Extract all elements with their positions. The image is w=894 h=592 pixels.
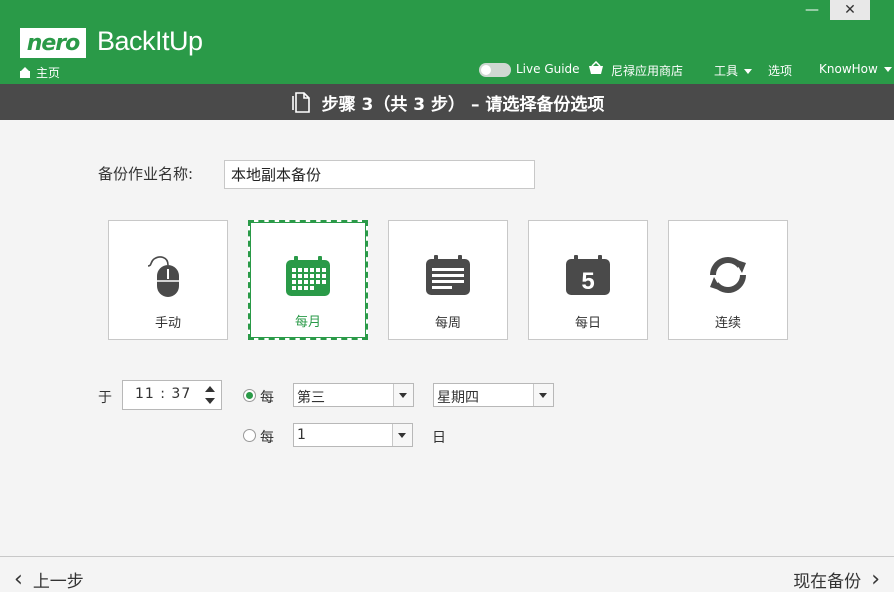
job-name-input[interactable] xyxy=(224,160,535,189)
tools-menu[interactable]: 工具 xyxy=(714,62,753,79)
chevron-left-icon: ‹ xyxy=(14,566,23,592)
step-title: 步骤 3（共 3 步） – 请选择备份选项 xyxy=(321,94,605,115)
tile-label: 每月 xyxy=(294,315,321,330)
live-guide-toggle[interactable] xyxy=(479,63,511,77)
backup-now-label: 现在备份 xyxy=(793,572,862,592)
options-menu[interactable]: 选项 xyxy=(768,62,792,79)
tile-label: 每周 xyxy=(434,316,461,331)
weekday-value: 星期四 xyxy=(437,390,479,406)
radio-weekday-option[interactable] xyxy=(243,389,256,402)
backup-now-button[interactable]: 现在备份 › xyxy=(793,567,880,592)
tile-label: 手动 xyxy=(154,316,181,331)
weekday-select[interactable]: 星期四 xyxy=(433,383,554,407)
tools-label: 工具 xyxy=(714,64,739,78)
tile-label: 每日 xyxy=(574,316,601,331)
nero-logo: nero xyxy=(20,28,86,58)
tile-continuous[interactable]: 连续 xyxy=(668,220,788,340)
calendar-week-icon xyxy=(426,255,470,295)
spin-up-icon[interactable] xyxy=(205,386,215,392)
app-header: — ✕ nero BackItUp 主页 Live Guide 尼禄应用商店 工… xyxy=(0,0,894,84)
time-input[interactable]: 11 : 37 xyxy=(122,380,222,410)
job-name-label: 备份作业名称: xyxy=(98,165,194,183)
radio-day-label: 每 xyxy=(260,430,274,446)
mouse-icon xyxy=(147,256,179,297)
close-button[interactable]: ✕ xyxy=(830,0,870,20)
time-value: 11 : 37 xyxy=(135,386,192,402)
week-ordinal-value: 第三 xyxy=(297,390,325,406)
radio-weekday-label: 每 xyxy=(260,390,274,406)
day-number-select[interactable]: 1 xyxy=(293,423,413,447)
radio-day-option[interactable] xyxy=(243,429,256,442)
tile-weekly[interactable]: 每周 xyxy=(388,220,508,340)
refresh-icon xyxy=(710,257,746,293)
time-at-label: 于 xyxy=(98,390,112,406)
back-label: 上一步 xyxy=(32,572,84,592)
minimize-button[interactable]: — xyxy=(802,0,822,20)
chevron-down-icon xyxy=(744,69,753,74)
chevron-down-icon[interactable] xyxy=(392,424,412,446)
spin-down-icon[interactable] xyxy=(205,398,215,404)
day-suffix-label: 日 xyxy=(432,430,446,446)
app-name: BackItUp xyxy=(97,26,203,56)
tile-daily[interactable]: 5 每日 xyxy=(528,220,648,340)
tile-monthly[interactable]: 每月 xyxy=(248,220,368,340)
calendar-month-icon xyxy=(286,256,330,296)
time-spinner[interactable] xyxy=(199,381,221,409)
knowhow-label: KnowHow xyxy=(819,62,878,76)
chevron-down-icon xyxy=(883,67,892,72)
back-button[interactable]: ‹ 上一步 xyxy=(14,567,84,592)
home-link[interactable]: 主页 xyxy=(20,64,60,81)
home-icon xyxy=(20,67,30,78)
chevron-down-icon[interactable] xyxy=(393,384,413,406)
step-bar: 步骤 3（共 3 步） – 请选择备份选项 xyxy=(0,84,894,120)
chevron-right-icon: › xyxy=(871,566,880,592)
knowhow-menu[interactable]: KnowHow xyxy=(819,62,892,76)
footer-nav: ‹ 上一步 现在备份 › xyxy=(0,556,894,592)
basket-icon[interactable] xyxy=(588,61,604,75)
document-copy-icon xyxy=(291,92,310,113)
day-number-value: 1 xyxy=(297,427,306,443)
day-number: 5 xyxy=(581,268,594,295)
store-link[interactable]: 尼禄应用商店 xyxy=(611,62,683,79)
live-guide-label[interactable]: Live Guide xyxy=(516,62,580,76)
chevron-down-icon[interactable] xyxy=(533,384,553,406)
calendar-day-icon: 5 xyxy=(566,255,610,295)
tile-manual[interactable]: 手动 xyxy=(108,220,228,340)
week-ordinal-select[interactable]: 第三 xyxy=(293,383,414,407)
home-label: 主页 xyxy=(36,66,61,80)
tile-label: 连续 xyxy=(714,316,741,331)
